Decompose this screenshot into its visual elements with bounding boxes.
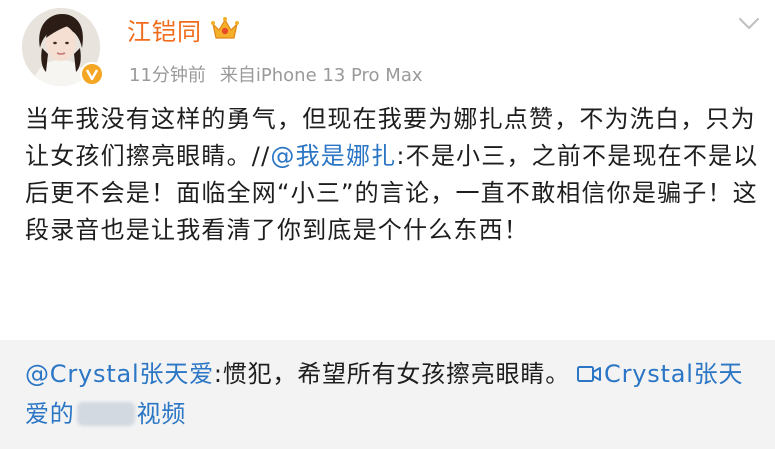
repost-content: :惯犯，希望所有女孩擦亮眼睛。: [213, 360, 571, 388]
post-time: 11分钟前: [129, 65, 206, 86]
weibo-post: 江铠同 11分钟前 来自iPhone 13 Pro Max 当年我没有这样的勇气: [0, 0, 775, 449]
mention-link[interactable]: @我是娜扎: [270, 142, 396, 170]
video-link-suffix[interactable]: 视频: [137, 400, 187, 428]
username-row: 江铠同: [127, 12, 240, 46]
video-icon: [576, 356, 602, 382]
post-source[interactable]: 来自iPhone 13 Pro Max: [220, 61, 423, 87]
username[interactable]: 江铠同: [127, 12, 202, 47]
vip-crown-icon[interactable]: [210, 16, 240, 42]
post-body: 当年我没有这样的勇气，但现在我要为娜扎点赞，不为洗白，只为让女孩们擦亮眼睛。//…: [25, 101, 760, 249]
post-header: 江铠同 11分钟前 来自iPhone 13 Pro Max: [0, 0, 775, 100]
chevron-down-icon[interactable]: [734, 14, 764, 34]
repost-mention-link[interactable]: @Crystal张天爱: [25, 360, 214, 388]
verified-badge-icon: [80, 62, 104, 86]
post-meta: 11分钟前 来自iPhone 13 Pro Max: [129, 61, 423, 87]
blurred-redaction: [76, 402, 135, 426]
repost-text: @Crystal张天爱:惯犯，希望所有女孩擦亮眼睛。 Crystal张天爱的 视频: [25, 354, 765, 434]
repost-section[interactable]: @Crystal张天爱:惯犯，希望所有女孩擦亮眼睛。 Crystal张天爱的 视频: [0, 340, 775, 449]
